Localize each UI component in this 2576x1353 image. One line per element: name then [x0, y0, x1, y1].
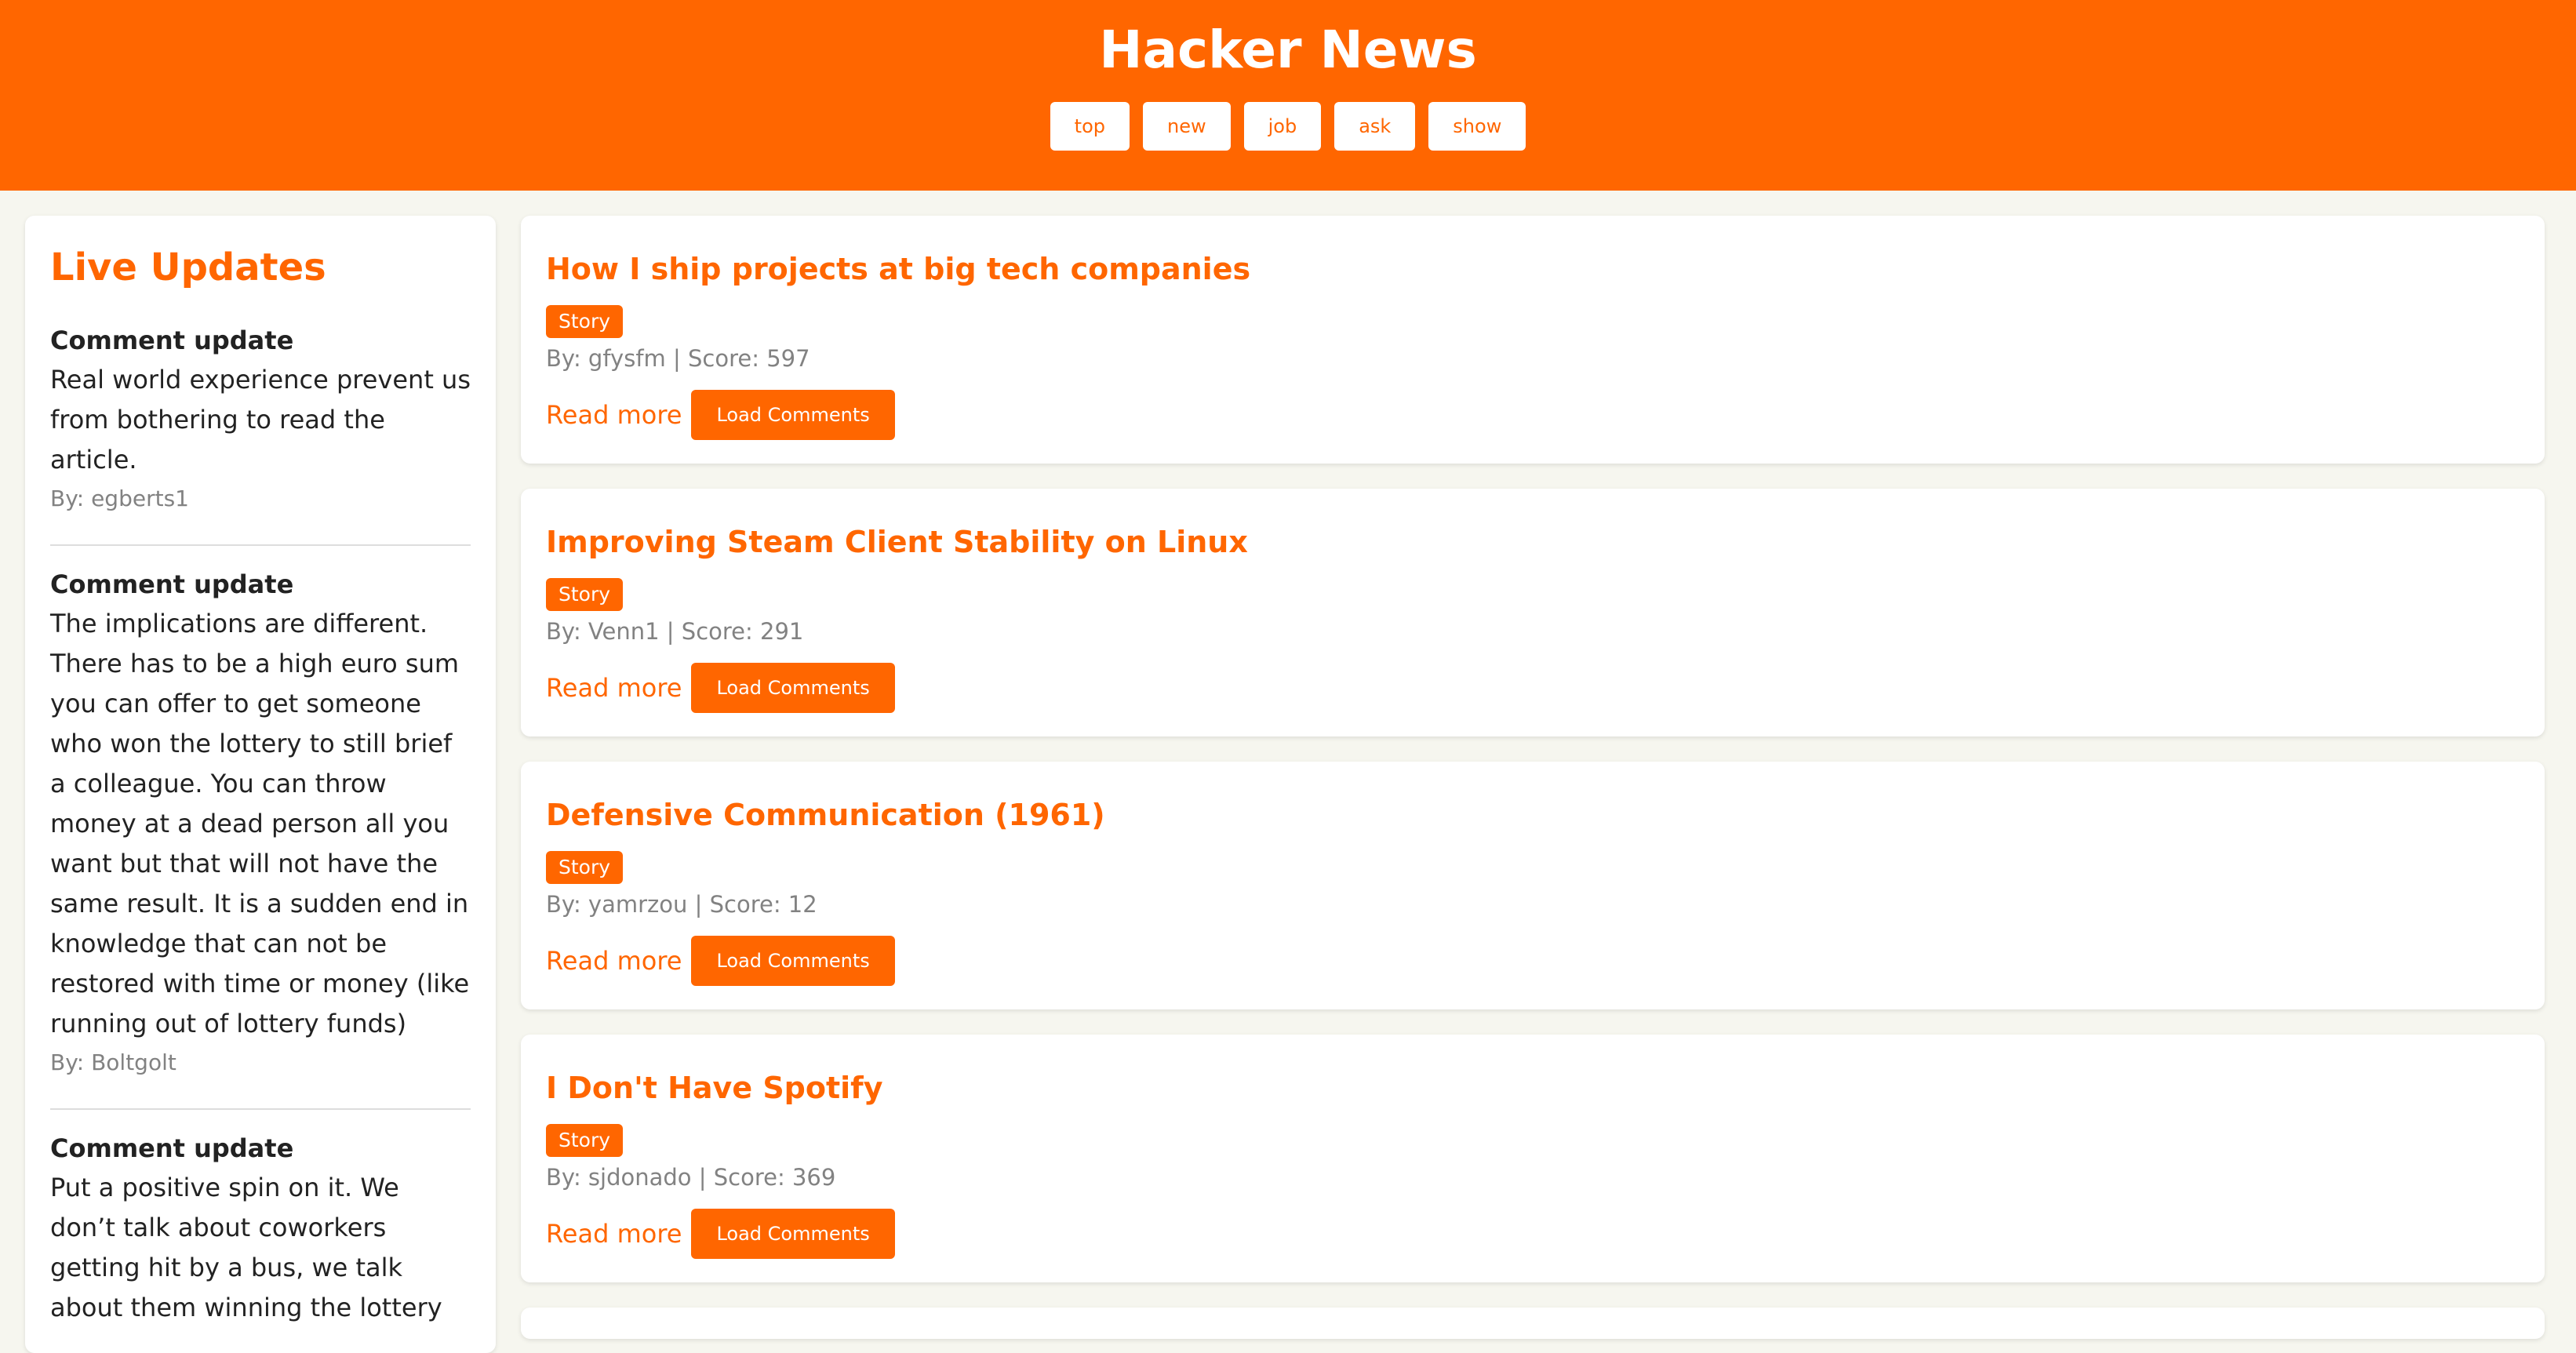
story-actions: Read more Load Comments [546, 390, 895, 440]
story-actions: Read more Load Comments [546, 936, 895, 986]
story-type-badge: Story [546, 1124, 624, 1157]
story-title[interactable]: Defensive Communication (1961) [546, 791, 1105, 838]
story-title[interactable]: I Don't Have Spotify [546, 1064, 883, 1111]
story-card: Improving Steam Client Stability on Linu… [521, 489, 2545, 737]
story-title[interactable]: Improving Steam Client Stability on Linu… [546, 518, 1248, 566]
load-comments-button[interactable]: Load Comments [691, 663, 895, 713]
comment-update: Comment update The implications are diff… [50, 565, 471, 1110]
story-meta: By: yamrzou | Score: 12 [546, 891, 817, 918]
comment-update-heading: Comment update [50, 569, 294, 599]
comment-update-author: By: Boltgolt [50, 1049, 176, 1075]
comment-update-text: Put a positive spin on it. We don’t talk… [50, 1173, 442, 1322]
comment-update-heading: Comment update [50, 326, 294, 355]
comment-update-author: By: egberts1 [50, 486, 189, 511]
story-type-badge: Story [546, 851, 624, 884]
story-actions: Read more Load Comments [546, 663, 895, 713]
read-more-link[interactable]: Read more [546, 1209, 682, 1259]
load-comments-button[interactable]: Load Comments [691, 1209, 895, 1259]
comment-update: Comment update Real world experience pre… [50, 321, 471, 546]
story-actions: Read more Load Comments [546, 1209, 895, 1259]
main-layout: Live Updates Comment update Real world e… [0, 191, 2576, 1353]
story-card [521, 1308, 2545, 1339]
story-meta: By: gfysfm | Score: 597 [546, 345, 810, 372]
nav-top-button[interactable]: top [1050, 102, 1130, 151]
nav-ask-button[interactable]: ask [1334, 102, 1416, 151]
comment-update-text: Real world experience prevent us from bo… [50, 365, 471, 475]
load-comments-button[interactable]: Load Comments [691, 936, 895, 986]
read-more-link[interactable]: Read more [546, 936, 682, 986]
top-nav: top new job ask show [1050, 102, 1526, 151]
story-card: How I ship projects at big tech companie… [521, 216, 2545, 464]
site-header: Hacker News top new job ask show [0, 0, 2576, 191]
live-updates-title: Live Updates [50, 246, 326, 289]
nav-show-button[interactable]: show [1428, 102, 1526, 151]
load-comments-button[interactable]: Load Comments [691, 390, 895, 440]
story-type-badge: Story [546, 578, 624, 611]
read-more-link[interactable]: Read more [546, 390, 682, 440]
story-card: Defensive Communication (1961) Story By:… [521, 762, 2545, 1009]
site-title: Hacker News [1099, 20, 1477, 80]
read-more-link[interactable]: Read more [546, 663, 682, 713]
comment-update: Comment update Put a positive spin on it… [50, 1129, 471, 1353]
story-card: I Don't Have Spotify Story By: sjdonado … [521, 1035, 2545, 1282]
story-feed: How I ship projects at big tech companie… [521, 216, 2545, 1339]
story-title[interactable]: How I ship projects at big tech companie… [546, 246, 1250, 293]
story-meta: By: sjdonado | Score: 369 [546, 1164, 836, 1191]
nav-new-button[interactable]: new [1142, 102, 1231, 151]
comment-update-heading: Comment update [50, 1133, 294, 1163]
live-updates-panel[interactable]: Live Updates Comment update Real world e… [25, 216, 496, 1353]
story-type-badge: Story [546, 305, 624, 338]
story-meta: By: Venn1 | Score: 291 [546, 618, 804, 645]
nav-job-button[interactable]: job [1243, 102, 1322, 151]
comment-update-text: The implications are different. There ha… [50, 609, 470, 1038]
